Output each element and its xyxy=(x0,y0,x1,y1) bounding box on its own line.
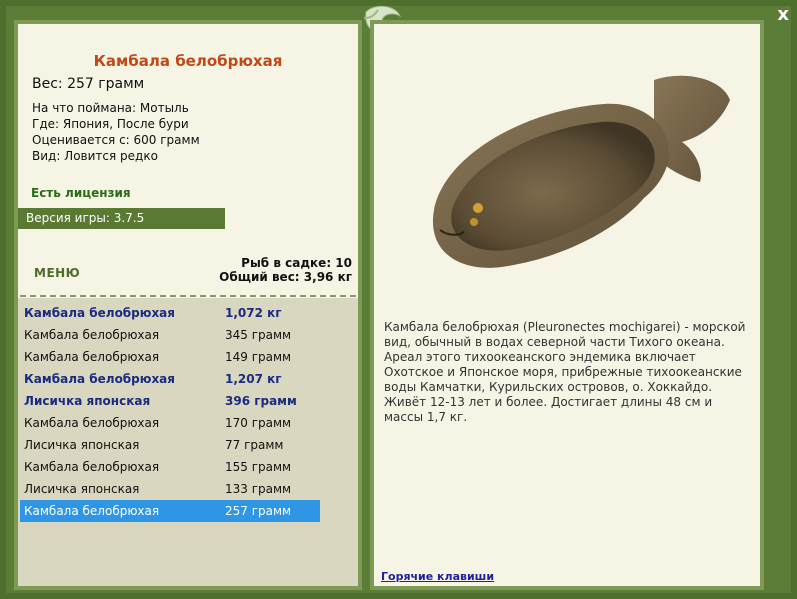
catch-list-row[interactable]: Камбала белобрюхая 149 грамм xyxy=(20,346,320,368)
catch-fish-name: Камбала белобрюхая xyxy=(24,504,160,518)
fish-details: На что поймана: Мотыль Где: Япония, Посл… xyxy=(32,100,200,164)
catch-list: Камбала белобрюхая 1,072 кг Камбала белобр… xyxy=(18,298,358,586)
fish-photo xyxy=(432,75,730,268)
catch-fish-name: Камбала белобрюхая xyxy=(24,350,160,364)
catch-fish-weight: 149 грамм xyxy=(225,350,292,364)
close-button[interactable]: x xyxy=(777,4,789,25)
catch-list-row[interactable]: Лисичка японская 77 грамм xyxy=(20,434,320,456)
catch-list-row[interactable]: Камбала белобрюхая 170 грамм xyxy=(20,412,320,434)
catch-fish-name: Камбала белобрюхая xyxy=(24,460,160,474)
catch-list-row[interactable]: Камбала белобрюхая 155 грамм xyxy=(20,456,320,478)
catch-fish-name: Лисичка японская xyxy=(24,438,140,452)
catch-fish-name: Камбала белобрюхая xyxy=(24,416,160,430)
catch-fish-weight: 170 грамм xyxy=(225,416,292,430)
catch-fish-weight: 1,072 кг xyxy=(225,306,282,320)
catch-list-row[interactable]: Лисичка японская 396 грамм xyxy=(20,390,320,412)
catch-fish-weight: 345 грамм xyxy=(225,328,292,342)
fish-description-panel: Камбала белобрюхая (Pleuronectes mochiga… xyxy=(370,20,764,590)
keepnet-stats: Рыб в садке: 10 Общий вес: 3,96 кг xyxy=(219,256,352,284)
catch-fish-weight: 1,207 кг xyxy=(225,372,282,386)
fish-description-inner: Камбала белобрюхая (Pleuronectes mochiga… xyxy=(374,24,760,586)
catch-fish-weight: 396 грамм xyxy=(225,394,297,408)
catch-list-row[interactable]: Камбала белобрюхая 257 грамм xyxy=(20,500,320,522)
catch-fish-name: Камбала белобрюхая xyxy=(24,328,160,342)
catch-fish-weight: 155 грамм xyxy=(225,460,292,474)
catch-location: Где: Япония, После бури xyxy=(32,117,189,131)
license-status: Есть лицензия xyxy=(31,186,131,200)
version-bar: Версия игры: 3.7.5 xyxy=(18,208,225,229)
fish-rarity: Вид: Ловится редко xyxy=(32,149,158,163)
catch-fish-name: Камбала белобрюхая xyxy=(24,372,175,386)
hotkeys-link[interactable]: Горячие клавиши xyxy=(381,570,494,583)
divider xyxy=(20,295,356,297)
menu-button[interactable]: МЕНЮ xyxy=(34,266,80,280)
catch-fish-name: Лисичка японская xyxy=(24,394,151,408)
fish-count: Рыб в садке: 10 xyxy=(241,256,352,270)
fish-weight: Вес: 257 грамм xyxy=(32,76,145,92)
catch-fish-weight: 133 грамм xyxy=(225,482,292,496)
fish-value: Оценивается с: 600 грамм xyxy=(32,133,200,147)
catch-fish-name: Камбала белобрюхая xyxy=(24,306,175,320)
fish-description: Камбала белобрюхая (Pleuronectes mochiga… xyxy=(384,320,746,424)
catch-list-row[interactable]: Камбала белобрюхая 345 грамм xyxy=(20,324,320,346)
fish-info-panel: Камбала белобрюхая Вес: 257 грамм На что… xyxy=(14,20,362,590)
fish-title: Камбала белобрюхая xyxy=(93,52,283,70)
total-weight: Общий вес: 3,96 кг xyxy=(219,270,352,284)
window-frame: x Камбала белобрюхая Вес: 257 грамм На ч… xyxy=(0,0,797,599)
catch-list-row[interactable]: Камбала белобрюхая 1,072 кг xyxy=(20,302,320,324)
fish-info-inner: Камбала белобрюхая Вес: 257 грамм На что… xyxy=(18,24,358,586)
catch-fish-weight: 77 грамм xyxy=(225,438,284,452)
caught-on: На что поймана: Мотыль xyxy=(32,101,189,115)
catch-fish-weight: 257 грамм xyxy=(225,504,292,518)
catch-list-row[interactable]: Камбала белобрюхая 1,207 кг xyxy=(20,368,320,390)
catch-fish-name: Лисичка японская xyxy=(24,482,140,496)
catch-list-row[interactable]: Лисичка японская 133 грамм xyxy=(20,478,320,500)
